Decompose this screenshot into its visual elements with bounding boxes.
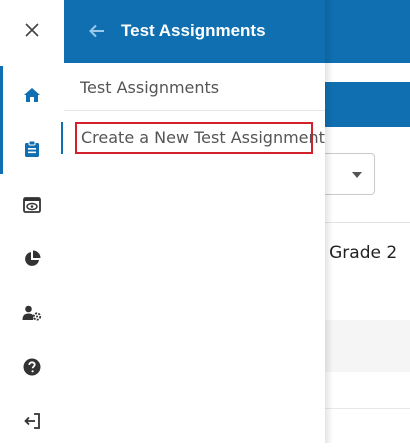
home-icon xyxy=(24,88,40,102)
nav-logout[interactable] xyxy=(0,394,64,448)
preview-icon xyxy=(23,197,41,213)
nav-reports[interactable] xyxy=(0,232,64,286)
pie-chart-icon xyxy=(25,250,41,266)
back-arrow-icon[interactable] xyxy=(89,23,105,39)
menu-item-create-test-assignment[interactable]: Create a New Test Assignment xyxy=(61,112,325,160)
clipboard-icon xyxy=(25,140,39,157)
nav-test-assignments[interactable] xyxy=(0,122,64,176)
caret-down-icon xyxy=(352,172,362,178)
flyout-header: Test Assignments xyxy=(64,0,325,63)
flyout-title: Test Assignments xyxy=(121,21,266,40)
logout-icon xyxy=(24,413,40,429)
nav-preview[interactable] xyxy=(0,178,64,232)
nav-user-settings[interactable] xyxy=(0,286,64,340)
menu-item-label: Create a New Test Assignment xyxy=(81,128,325,147)
icon-rail xyxy=(0,0,64,443)
close-icon xyxy=(25,23,39,37)
help-icon xyxy=(23,358,41,376)
user-settings-icon xyxy=(22,305,42,321)
nav-home[interactable] xyxy=(0,68,64,122)
menu-item-label: Test Assignments xyxy=(80,78,220,97)
active-indicator xyxy=(61,122,63,154)
panel-shadow xyxy=(325,0,333,443)
menu-item-test-assignments[interactable]: Test Assignments xyxy=(64,63,325,111)
close-menu-button[interactable] xyxy=(0,3,64,57)
highlight-box: Create a New Test Assignment xyxy=(75,122,325,154)
flyout-menu: Test Assignments Test Assignments Create… xyxy=(61,0,325,443)
nav-help[interactable] xyxy=(0,340,64,394)
